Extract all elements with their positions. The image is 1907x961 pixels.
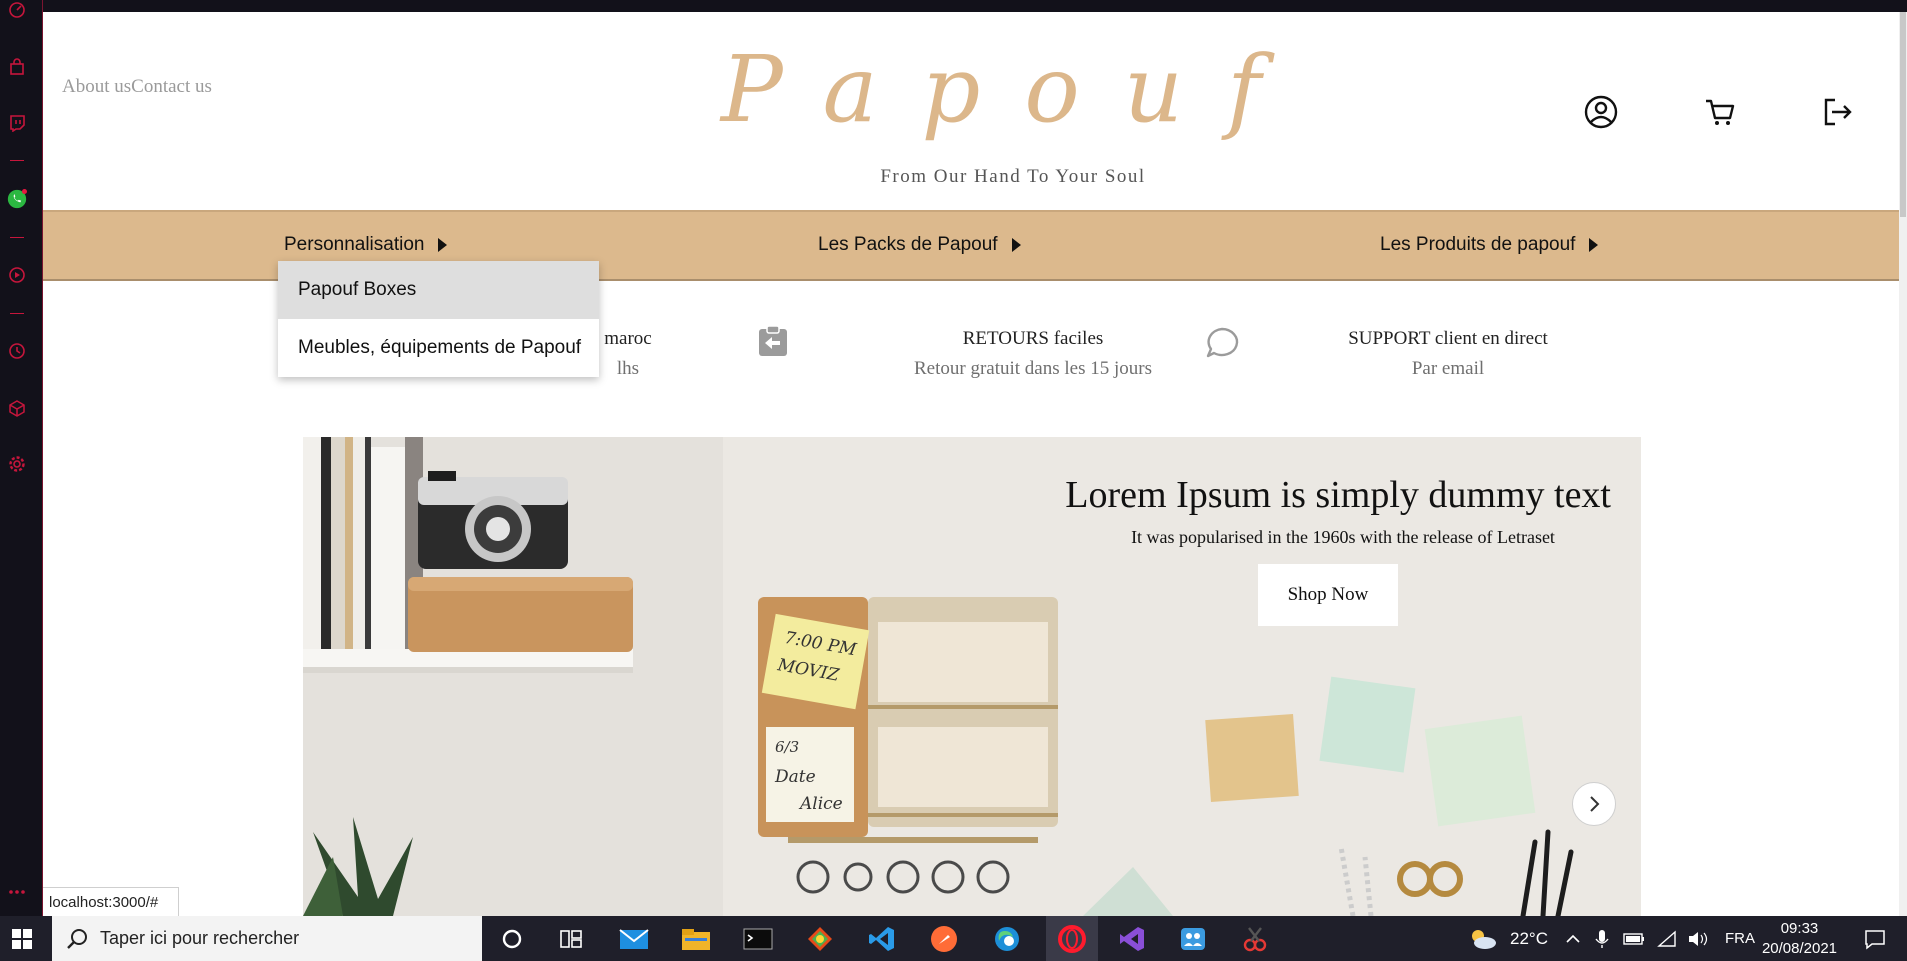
header-links: About usContact us xyxy=(62,76,212,98)
hero-subtitle: It was popularised in the 1960s with the… xyxy=(1131,527,1555,547)
wifi-icon[interactable] xyxy=(1657,929,1677,948)
windows-taskbar: Taper ici pour rechercher 22°C FRA 09:33… xyxy=(0,916,1907,961)
dropdown-item-meubles[interactable]: Meubles, équipements de Papouf xyxy=(278,319,599,377)
task-view-icon[interactable] xyxy=(554,922,588,956)
search-placeholder: Taper ici pour rechercher xyxy=(100,928,300,948)
browser-sidebar xyxy=(0,0,43,916)
history-icon[interactable] xyxy=(7,341,27,361)
search-icon xyxy=(67,929,87,949)
return-clipboard-icon xyxy=(756,324,790,363)
feature-support: SUPPORT client en direct Par email xyxy=(1283,328,1613,380)
personnalisation-dropdown: Papouf Boxes Meubles, équipements de Pap… xyxy=(278,261,599,377)
whatsapp-icon[interactable] xyxy=(7,189,27,209)
feature-subtitle: Retour gratuit dans les 15 jours xyxy=(914,358,1152,379)
feature-subtitle: Par email xyxy=(1411,358,1485,379)
site-header: About usContact us Papouf From Our Hand … xyxy=(43,12,1899,210)
opera-icon[interactable] xyxy=(1055,922,1089,956)
feature-title: RETOURS faciles xyxy=(962,328,1104,349)
scrollbar-thumb[interactable] xyxy=(1900,12,1906,217)
chat-bubble-icon xyxy=(1204,325,1240,366)
more-dots-icon[interactable] xyxy=(7,882,27,902)
hero-banner: 7:00 PM MOVIZ 6/3 Date Alice Lorem Ipsum… xyxy=(303,437,1641,916)
clock-time: 09:33 xyxy=(1780,920,1819,937)
feature-title: SUPPORT client en direct xyxy=(1348,328,1548,349)
nav-item-packs[interactable]: Les Packs de Papouf xyxy=(818,234,1021,256)
about-us-link[interactable]: About us xyxy=(62,76,131,97)
browser-top-bar xyxy=(0,0,1907,12)
chevron-up-icon[interactable] xyxy=(1565,931,1581,947)
git-tool-icon[interactable] xyxy=(803,922,837,956)
windows-logo-icon xyxy=(12,928,32,949)
mail-icon[interactable] xyxy=(617,922,651,956)
terminal-icon[interactable] xyxy=(741,922,775,956)
twitch-icon[interactable] xyxy=(7,113,27,133)
clock-date: 20/08/2021 xyxy=(1761,940,1838,957)
carousel-next-button[interactable] xyxy=(1572,782,1616,826)
cortana-icon[interactable] xyxy=(495,922,529,956)
cart-icon[interactable] xyxy=(1702,94,1738,130)
nav-item-personnalisation[interactable]: Personnalisation xyxy=(284,234,448,256)
taskbar-search-box[interactable]: Taper ici pour rechercher xyxy=(52,916,482,961)
postman-icon[interactable] xyxy=(927,922,961,956)
hero-title: Lorem Ipsum is simply dummy text xyxy=(1065,474,1611,516)
weather-widget[interactable]: 22°C xyxy=(1468,916,1548,961)
site-logo[interactable]: Papouf xyxy=(683,30,1343,150)
caret-right-icon xyxy=(438,238,448,252)
keyboard-language[interactable]: FRA xyxy=(1725,930,1755,947)
volume-icon[interactable] xyxy=(1687,930,1709,948)
nav-item-label: Les Produits de papouf xyxy=(1380,234,1576,255)
start-button[interactable] xyxy=(0,916,44,961)
settings-gear-icon[interactable] xyxy=(7,454,27,474)
page-scrollbar[interactable] xyxy=(1899,12,1907,916)
logout-icon[interactable] xyxy=(1819,94,1855,130)
battery-icon[interactable] xyxy=(1623,932,1645,946)
caret-right-icon xyxy=(1589,238,1599,252)
nav-item-produits[interactable]: Les Produits de papouf xyxy=(1380,234,1599,256)
shopping-bag-icon[interactable] xyxy=(7,57,27,77)
chevron-right-icon xyxy=(1590,796,1600,812)
file-explorer-icon[interactable] xyxy=(679,922,713,956)
feature-returns: RETOURS faciles Retour gratuit dans les … xyxy=(833,328,1233,380)
sticky-note-name: Alice xyxy=(798,794,843,814)
sticky-note-date: 6/3 xyxy=(775,738,799,756)
microphone-icon[interactable] xyxy=(1595,929,1609,949)
snipping-tool-icon[interactable] xyxy=(1238,922,1272,956)
nav-item-label: Les Packs de Papouf xyxy=(818,234,998,255)
site-tagline: From Our Hand To Your Soul xyxy=(880,166,1146,187)
sidebar-separator xyxy=(10,237,24,238)
cloudy-sun-icon xyxy=(1472,929,1496,949)
dropdown-item-papouf-boxes[interactable]: Papouf Boxes xyxy=(278,261,599,319)
sidebar-separator xyxy=(10,313,24,314)
system-tray-icons: FRA xyxy=(1565,916,1755,961)
contact-us-link[interactable]: Contact us xyxy=(131,76,212,97)
nav-item-label: Personnalisation xyxy=(284,234,425,255)
web-page: About usContact us Papouf From Our Hand … xyxy=(43,12,1899,916)
weather-temperature: 22°C xyxy=(1510,928,1548,948)
sticky-note-word: Date xyxy=(774,767,816,787)
shop-now-button[interactable]: Shop Now xyxy=(1258,564,1398,626)
vscode-icon[interactable] xyxy=(865,922,899,956)
link-status-url: localhost:3000/# xyxy=(43,887,179,916)
speed-dial-icon[interactable] xyxy=(7,0,27,20)
player-icon[interactable] xyxy=(7,265,27,285)
extensions-cube-icon[interactable] xyxy=(7,398,27,418)
sidebar-separator xyxy=(10,160,24,161)
edge-icon[interactable] xyxy=(990,922,1024,956)
user-circle-icon[interactable] xyxy=(1583,94,1619,130)
notifications-icon[interactable] xyxy=(1858,922,1892,956)
taskbar-clock[interactable]: 09:33 20/08/2021 xyxy=(1752,919,1847,959)
caret-right-icon xyxy=(1011,238,1021,252)
visual-studio-icon[interactable] xyxy=(1115,922,1149,956)
teams-chat-icon[interactable] xyxy=(1176,922,1210,956)
